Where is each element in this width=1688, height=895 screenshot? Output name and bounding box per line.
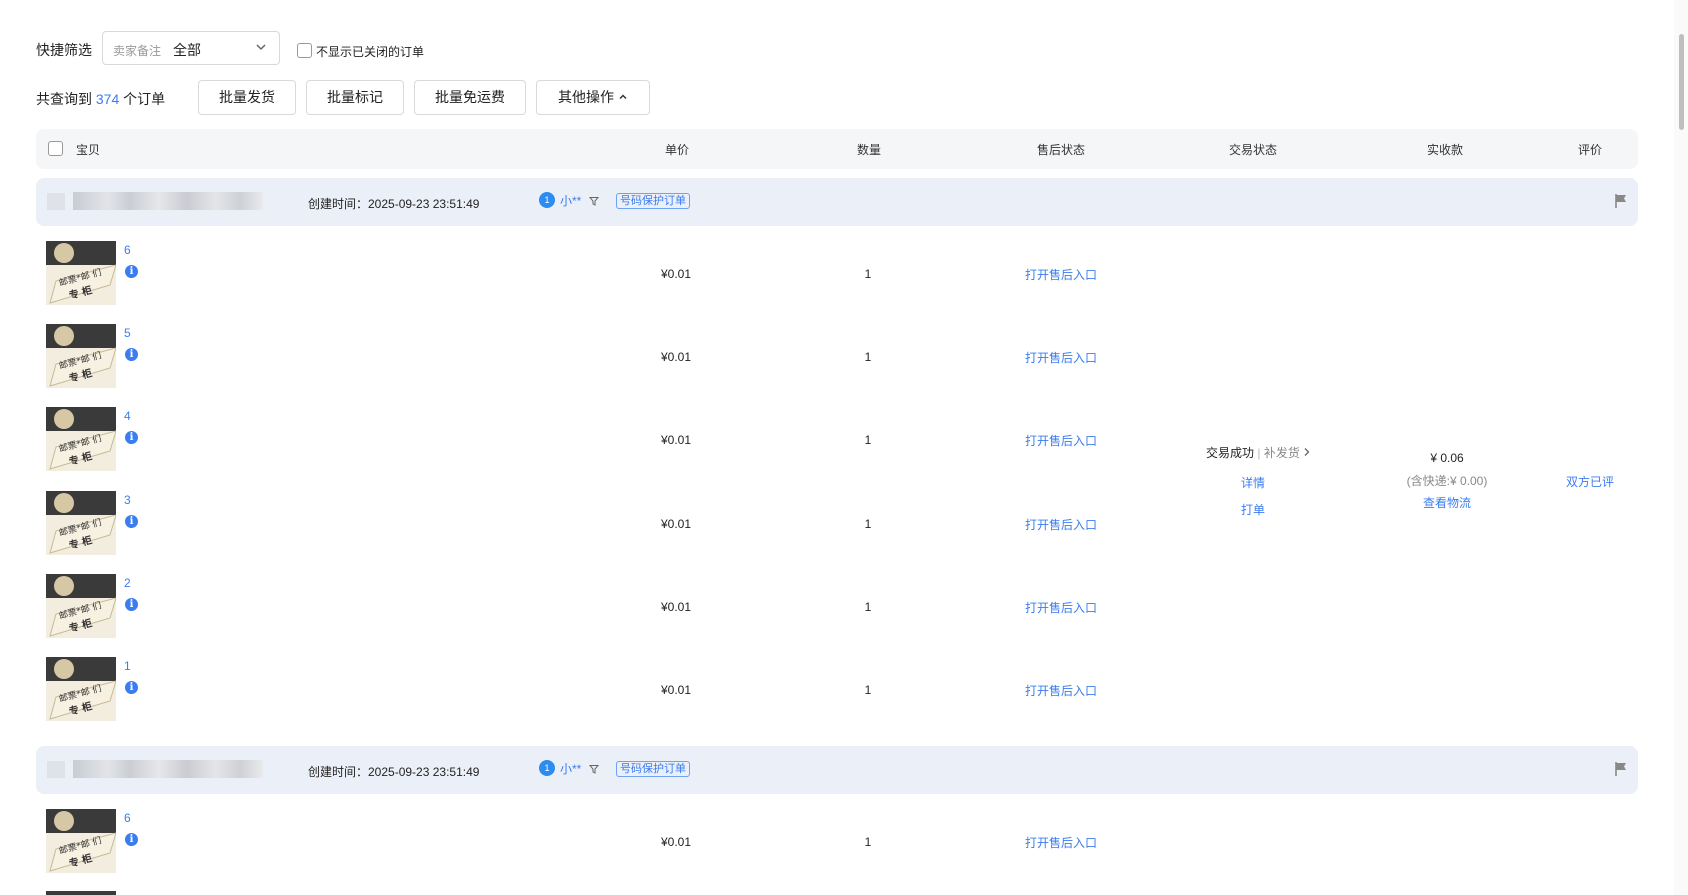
reship-link[interactable]: 补发货 xyxy=(1264,446,1300,460)
item-thumbnail[interactable]: 邮票*邮 们专 柜 xyxy=(46,324,117,391)
order-number-blurred xyxy=(73,760,263,778)
info-icon[interactable]: i xyxy=(125,681,138,694)
order-count-summary: 共查询到 374 个订单 xyxy=(36,89,165,109)
info-icon[interactable]: i xyxy=(125,598,138,611)
item-quantity: 1 xyxy=(864,517,872,531)
filter-icon[interactable] xyxy=(588,762,600,777)
open-after-sale-link[interactable]: 打开售后入口 xyxy=(1025,682,1097,699)
col-unit-price: 单价 xyxy=(664,143,690,157)
summary-suffix: 个订单 xyxy=(123,91,166,107)
item-price: ¥0.01 xyxy=(660,267,692,281)
item-thumbnail[interactable]: 邮票*邮 们专 柜 xyxy=(46,657,117,724)
print-order-link[interactable]: 打单 xyxy=(1241,501,1265,518)
view-logistics-link[interactable]: 查看物流 xyxy=(1423,494,1471,511)
review-status-link[interactable]: 双方已评 xyxy=(1566,473,1614,490)
col-item: 宝贝 xyxy=(76,143,101,157)
quick-filter-label: 快捷筛选 xyxy=(36,42,92,58)
number-protect-tag: 号码保护订单 xyxy=(616,193,690,209)
item-thumbnail-partial xyxy=(46,891,116,895)
other-ops-label: 其他操作 xyxy=(558,89,615,105)
table-header: 宝贝 单价 数量 售后状态 交易状态 实收款 评价 xyxy=(36,129,1638,169)
order-created-time: 创建时间：2025-09-23 23:51:49 xyxy=(308,197,480,211)
buyer-name-link[interactable]: 小** xyxy=(560,760,581,777)
item-index-link[interactable]: 1 xyxy=(124,659,131,673)
open-after-sale-link[interactable]: 打开售后入口 xyxy=(1025,834,1097,851)
chevron-down-icon xyxy=(255,41,267,56)
order-detail-link[interactable]: 详情 xyxy=(1241,474,1265,491)
order-header: 创建时间：2025-09-23 23:51:49 1 小** 号码保护订单 xyxy=(36,746,1638,794)
trade-status-text: 交易成功 xyxy=(1206,446,1255,460)
info-icon[interactable]: i xyxy=(125,833,138,846)
open-after-sale-link[interactable]: 打开售后入口 xyxy=(1025,349,1097,366)
item-thumbnail[interactable]: 邮票*邮 们专 柜 xyxy=(46,241,117,308)
col-review: 评价 xyxy=(1577,143,1603,157)
item-quantity: 1 xyxy=(864,683,872,697)
item-quantity: 1 xyxy=(864,350,872,364)
open-after-sale-link[interactable]: 打开售后入口 xyxy=(1025,599,1097,616)
order-checkbox-blurred xyxy=(47,193,65,210)
item-price: ¥0.01 xyxy=(660,683,692,697)
open-after-sale-link[interactable]: 打开售后入口 xyxy=(1025,516,1097,533)
flag-icon[interactable] xyxy=(1614,193,1628,212)
col-after-sale-status: 售后状态 xyxy=(1036,143,1086,157)
item-price: ¥0.01 xyxy=(660,517,692,531)
seller-note-select[interactable]: 卖家备注 全部 xyxy=(102,31,280,65)
order-count: 374 xyxy=(95,91,120,107)
item-index-link[interactable]: 3 xyxy=(124,493,131,507)
buyer-badge-icon: 1 xyxy=(539,192,555,208)
scrollbar-thumb[interactable] xyxy=(1679,34,1684,130)
chevron-right-icon xyxy=(1303,446,1311,460)
item-thumbnail[interactable]: 邮票*邮 们专 柜 xyxy=(46,491,117,558)
seller-note-value: 全部 xyxy=(173,42,201,58)
other-ops-button[interactable]: 其他操作 xyxy=(536,80,650,115)
item-quantity: 1 xyxy=(864,433,872,447)
item-quantity: 1 xyxy=(864,835,872,849)
col-quantity: 数量 xyxy=(856,143,882,157)
item-quantity: 1 xyxy=(864,267,872,281)
order-header: 创建时间：2025-09-23 23:51:49 1 小** 号码保护订单 xyxy=(36,178,1638,226)
col-received: 实收款 xyxy=(1426,143,1464,157)
summary-prefix: 共查询到 xyxy=(36,91,92,107)
item-index-link[interactable]: 6 xyxy=(124,811,131,825)
item-price: ¥0.01 xyxy=(660,433,692,447)
batch-free-shipping-button[interactable]: 批量免运费 xyxy=(414,80,526,115)
item-index-link[interactable]: 2 xyxy=(124,576,131,590)
item-index-link[interactable]: 4 xyxy=(124,409,131,423)
select-all-checkbox[interactable] xyxy=(48,141,63,156)
col-trade-status: 交易状态 xyxy=(1228,143,1278,157)
received-amount: ¥ 0.06 xyxy=(1430,451,1464,465)
batch-ship-button[interactable]: 批量发货 xyxy=(198,80,296,115)
trade-status: 交易成功 | 补发货 xyxy=(1206,444,1311,461)
info-icon[interactable]: i xyxy=(125,515,138,528)
hide-closed-checkbox[interactable] xyxy=(297,43,312,58)
order-number-blurred xyxy=(73,192,263,210)
item-index-link[interactable]: 6 xyxy=(124,243,131,257)
item-index-link[interactable]: 5 xyxy=(124,326,131,340)
item-thumbnail[interactable]: 邮票*邮 们专 柜 xyxy=(46,809,117,876)
item-thumbnail[interactable]: 邮票*邮 们专 柜 xyxy=(46,574,117,641)
info-icon[interactable]: i xyxy=(125,348,138,361)
chevron-up-icon xyxy=(618,89,628,105)
batch-mark-button[interactable]: 批量标记 xyxy=(306,80,404,115)
item-price: ¥0.01 xyxy=(660,350,692,364)
order-checkbox-blurred xyxy=(47,761,65,778)
seller-note-placeholder: 卖家备注 xyxy=(113,44,162,58)
buyer-badge-icon: 1 xyxy=(539,760,555,776)
item-price: ¥0.01 xyxy=(660,600,692,614)
buyer-name-link[interactable]: 小** xyxy=(560,192,581,209)
item-quantity: 1 xyxy=(864,600,872,614)
flag-icon[interactable] xyxy=(1614,761,1628,780)
info-icon[interactable]: i xyxy=(125,265,138,278)
info-icon[interactable]: i xyxy=(125,431,138,444)
shipping-fee-note: (含快递:¥ 0.00) xyxy=(1406,474,1488,488)
item-price: ¥0.01 xyxy=(660,835,692,849)
hide-closed-label: 不显示已关闭的订单 xyxy=(316,45,425,59)
order-created-time: 创建时间：2025-09-23 23:51:49 xyxy=(308,765,480,779)
open-after-sale-link[interactable]: 打开售后入口 xyxy=(1025,432,1097,449)
item-thumbnail[interactable]: 邮票*邮 们专 柜 xyxy=(46,407,117,474)
filter-icon[interactable] xyxy=(588,194,600,209)
number-protect-tag: 号码保护订单 xyxy=(616,761,690,777)
scrollbar-track[interactable] xyxy=(1674,0,1688,895)
open-after-sale-link[interactable]: 打开售后入口 xyxy=(1025,266,1097,283)
